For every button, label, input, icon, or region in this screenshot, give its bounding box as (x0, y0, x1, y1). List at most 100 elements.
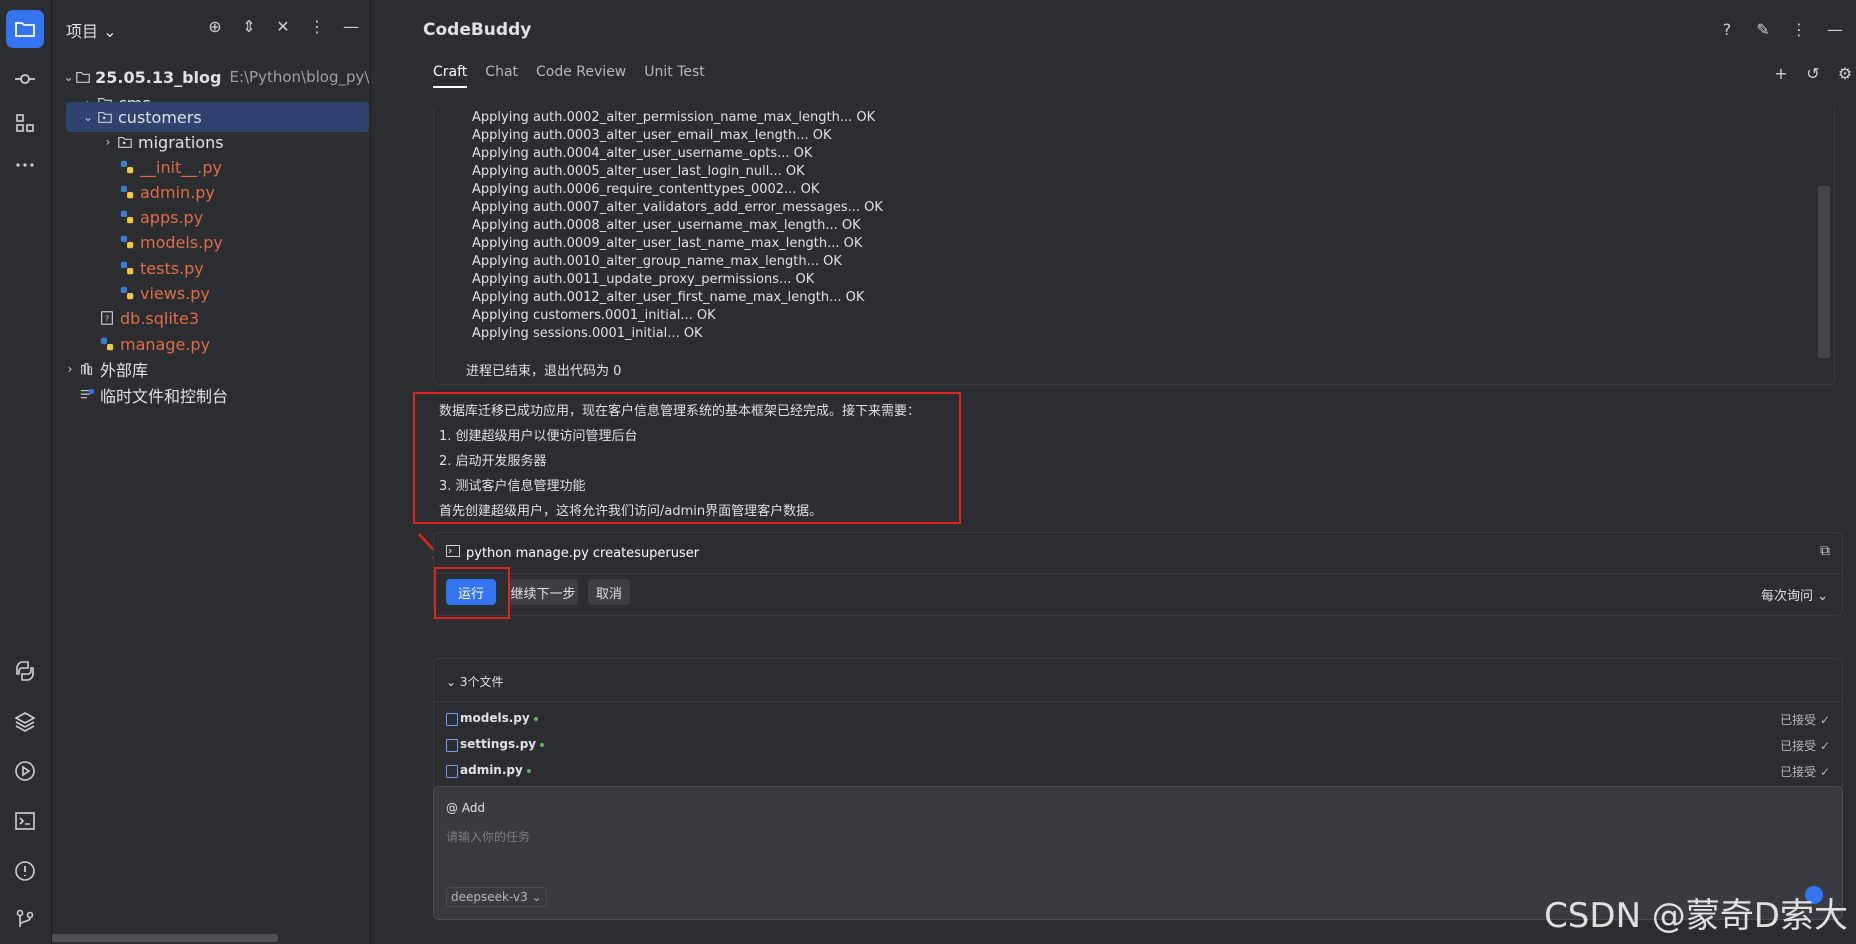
file-icon (446, 765, 458, 778)
terminal-output: Applying auth.0002_alter_permission_name… (433, 108, 1835, 385)
changed-files-panel: ⌄ 3个文件 models.py 已接受 ✓ settings.py 已接受 ✓… (433, 658, 1843, 788)
terminal-line: Applying auth.0009_alter_user_last_name_… (472, 236, 863, 251)
tab-craft[interactable]: Craft (433, 64, 468, 88)
help-icon[interactable]: ? (1716, 18, 1738, 40)
command-card: python manage.py createsuperuser ⧉ 运行 继续… (433, 532, 1843, 616)
expand-all-icon[interactable]: ⇕ (239, 16, 259, 36)
terminal-line: Applying auth.0010_alter_group_name_max_… (472, 254, 842, 269)
options-icon[interactable]: ⋮ (1788, 18, 1810, 40)
unknown-file-icon: ? (98, 309, 116, 327)
python-console-icon[interactable] (6, 652, 44, 690)
message-line: 首先创建超级用户，这将允许我们访问/admin界面管理客户数据。 (439, 504, 823, 519)
tab-chat[interactable]: Chat (485, 64, 518, 88)
message-line: 数据库迁移已成功应用，现在客户信息管理系统的基本框架已经完成。接下来需要： (439, 404, 921, 419)
terminal-icon[interactable] (6, 802, 44, 840)
terminal-line: Applying auth.0002_alter_permission_name… (472, 110, 876, 125)
python-file-icon (118, 284, 136, 302)
task-input-placeholder[interactable]: 请输入你的任务 (446, 828, 530, 845)
chevron-right-icon[interactable]: › (100, 134, 116, 150)
terminal-line: Applying auth.0004_alter_user_username_o… (472, 146, 813, 161)
hide-panel-icon[interactable]: — (341, 16, 361, 36)
terminal-line: Applying auth.0012_alter_user_first_name… (472, 290, 865, 305)
chevron-down-icon: ⌄ (103, 22, 117, 41)
python-file-icon (118, 208, 136, 226)
history-icon[interactable]: ↺ (1802, 62, 1824, 84)
check-icon: ✓ (1819, 765, 1830, 779)
editor-gutter (370, 0, 406, 944)
tab-code-review[interactable]: Code Review (536, 64, 626, 88)
file-icon (446, 713, 458, 726)
ask-mode-dropdown[interactable]: 每次询问 ⌄ (1761, 585, 1828, 604)
problems-icon[interactable] (6, 852, 44, 890)
add-context-button[interactable]: @ Add (446, 801, 485, 815)
project-scrollbar[interactable] (52, 934, 278, 942)
terminal-line: Applying auth.0008_alter_user_username_m… (472, 218, 861, 233)
terminal-line: Applying auth.0005_alter_user_last_login… (472, 164, 805, 179)
git-icon[interactable] (6, 900, 44, 938)
model-selector[interactable]: deepseek-v3 ⌄ (446, 887, 547, 907)
file-icon (446, 739, 458, 752)
modified-dot (533, 716, 538, 721)
modified-dot (540, 742, 545, 747)
project-panel-header: 项目 ⌄ ⊕ ⇕ ✕ ⋮ — (52, 0, 369, 60)
chevron-down-icon[interactable]: ⌄ (62, 69, 75, 85)
check-icon: ✓ (1819, 739, 1830, 753)
minimize-icon[interactable]: — (1824, 18, 1846, 40)
activity-bar (0, 0, 52, 944)
codebuddy-tabs: Craft Chat Code Review Unit Test (433, 64, 705, 88)
settings-icon[interactable]: ⚙ (1834, 62, 1856, 84)
edit-icon[interactable]: ✎ (1752, 18, 1774, 40)
python-file-icon (118, 233, 136, 251)
message-line: 3. 测试客户信息管理功能 (439, 479, 586, 494)
library-icon (78, 360, 96, 378)
locate-icon[interactable]: ⊕ (205, 16, 225, 36)
commit-icon[interactable] (6, 60, 44, 98)
project-panel-title[interactable]: 项目 ⌄ (66, 18, 117, 42)
tree-item-scratches[interactable]: 临时文件和控制台 (52, 380, 395, 410)
run-icon[interactable] (6, 752, 44, 790)
check-icon: ✓ (1819, 713, 1830, 727)
file-row[interactable]: admin.py 已接受 ✓ (446, 761, 1830, 781)
file-row[interactable]: models.py 已接受 ✓ (446, 709, 1830, 729)
plus-icon[interactable]: + (1770, 62, 1792, 84)
chevron-right-icon[interactable]: › (62, 361, 78, 377)
copy-icon[interactable]: ⧉ (1820, 543, 1830, 559)
chevron-down-icon: ⌄ (531, 890, 542, 904)
chevron-down-icon[interactable]: ⌄ (80, 109, 96, 125)
terminal-line: Applying auth.0011_update_proxy_permissi… (472, 272, 815, 287)
file-row[interactable]: settings.py 已接受 ✓ (446, 735, 1830, 755)
terminal-line: Applying auth.0003_alter_user_email_max_… (472, 128, 832, 143)
message-line: 1. 创建超级用户以便访问管理后台 (439, 429, 638, 444)
files-header[interactable]: ⌄ 3个文件 (446, 673, 504, 690)
cancel-button[interactable]: 取消 (588, 579, 630, 605)
message-line: 2. 启动开发服务器 (439, 454, 547, 469)
modified-dot (526, 768, 531, 773)
divider (434, 573, 1842, 574)
package-folder-icon (96, 108, 114, 126)
structure-icon[interactable] (6, 104, 44, 142)
folder-icon[interactable] (6, 10, 44, 48)
continue-button[interactable]: 继续下一步 (508, 579, 578, 605)
layers-icon[interactable] (6, 702, 44, 740)
terminal-scrollbar[interactable] (1818, 186, 1830, 358)
options-icon[interactable]: ⋮ (307, 16, 327, 36)
python-file-icon (98, 335, 116, 353)
collapse-all-icon[interactable]: ✕ (273, 16, 293, 36)
codebuddy-panel: CodeBuddy ? ✎ ⋮ — Craft Chat Code Review… (405, 0, 1856, 944)
project-panel: 项目 ⌄ ⊕ ⇕ ✕ ⋮ — ⌄ 25.05.13_blog E:\Python… (52, 0, 379, 944)
svg-text:?: ? (105, 315, 109, 324)
watermark: CSDN @蒙奇D索大 (1544, 896, 1848, 936)
python-file-icon (118, 183, 136, 201)
terminal-line: Applying customers.0001_initial... OK (472, 308, 716, 323)
terminal-exit-line: 进程已结束，退出代码为 0 (466, 364, 622, 379)
highlight-box (434, 567, 510, 619)
more-icon[interactable] (6, 146, 44, 184)
package-folder-icon (116, 133, 134, 151)
terminal-line: Applying auth.0007_alter_validators_add_… (472, 200, 883, 215)
terminal-line: Applying auth.0006_require_contenttypes_… (472, 182, 820, 197)
command-text: python manage.py createsuperuser (466, 545, 700, 561)
terminal-icon (446, 545, 460, 561)
python-file-icon (118, 158, 136, 176)
chevron-down-icon: ⌄ (1817, 589, 1828, 604)
tab-unit-test[interactable]: Unit Test (644, 64, 705, 88)
